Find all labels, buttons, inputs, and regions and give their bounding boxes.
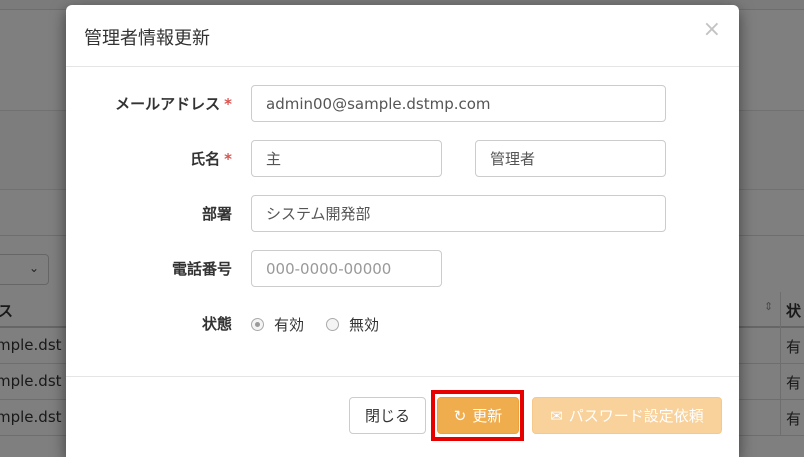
radio-button-checked[interactable] — [251, 317, 264, 331]
refresh-icon: ↻ — [453, 406, 467, 425]
required-mark: * — [224, 95, 232, 113]
status-label: 状態 — [201, 315, 232, 333]
envelope-icon: ✉ — [550, 406, 563, 425]
modal-header: 管理者情報更新 × — [66, 5, 739, 67]
update-button[interactable]: ↻ 更新 — [437, 397, 519, 434]
status-radio-group: 有効 無効 — [251, 313, 401, 335]
email-input[interactable] — [251, 85, 666, 122]
department-input[interactable] — [251, 195, 666, 232]
required-mark: * — [224, 150, 232, 168]
phone-input[interactable] — [251, 250, 442, 287]
close-icon[interactable]: × — [703, 19, 721, 41]
admin-update-modal: 管理者情報更新 × メールアドレス* 氏名* 部署 電話番号 状態 有効 無効 … — [66, 5, 739, 457]
first-name-input[interactable] — [475, 140, 666, 177]
password-setup-request-button[interactable]: ✉ パスワード設定依頼 — [532, 397, 722, 434]
last-name-input[interactable] — [251, 140, 442, 177]
modal-title: 管理者情報更新 — [84, 28, 210, 49]
status-radio-enabled[interactable]: 有効 — [251, 314, 304, 335]
radio-button[interactable] — [326, 317, 340, 331]
name-label: 氏名 * — [190, 150, 232, 168]
department-label: 部署 — [201, 205, 232, 223]
email-label: メールアドレス * — [115, 95, 232, 113]
modal-footer: 閉じる ↻ 更新 ✉ パスワード設定依頼 — [66, 376, 739, 457]
phone-label: 電話番号 — [171, 260, 232, 278]
status-radio-disabled[interactable]: 無効 — [326, 314, 379, 335]
close-button[interactable]: 閉じる — [349, 397, 426, 434]
